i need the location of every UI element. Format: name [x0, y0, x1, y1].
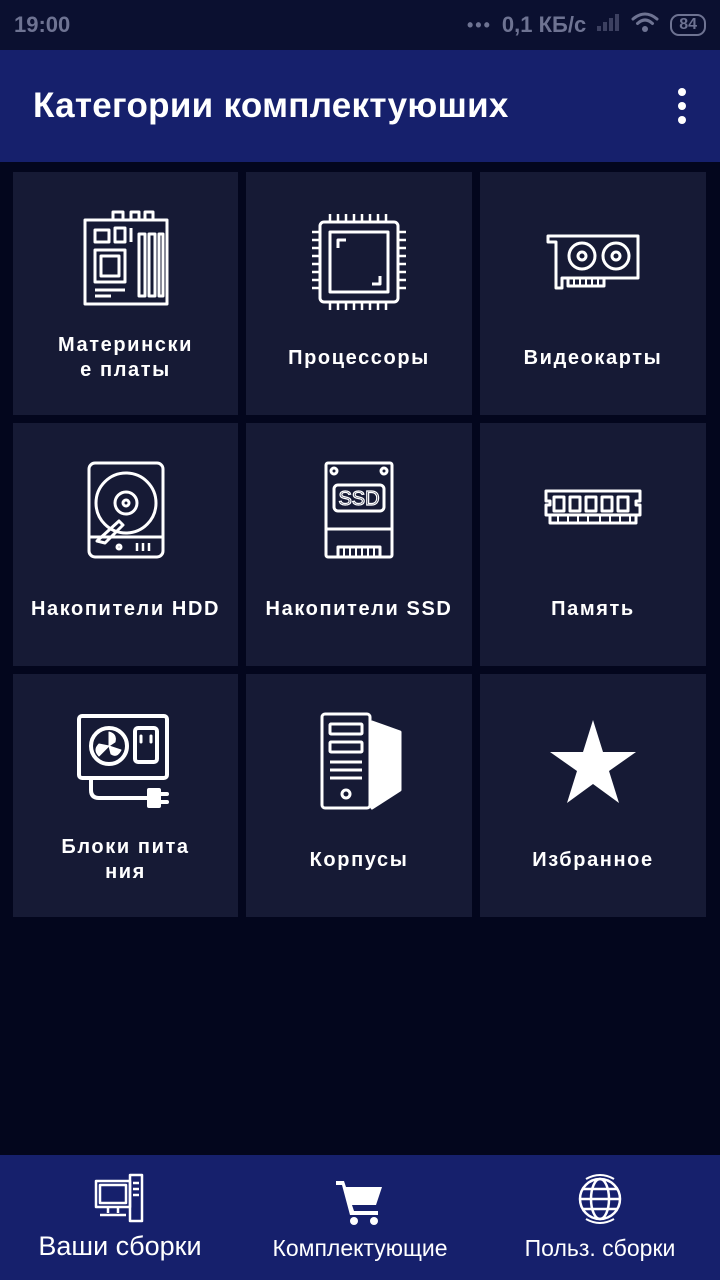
- nav-your-builds[interactable]: Ваши сборки: [0, 1155, 240, 1280]
- more-vert-icon-dot: [678, 116, 686, 124]
- nav-label: Комплектующие: [272, 1235, 448, 1261]
- status-indicators: ••• 0,1 КБ/с 84: [467, 11, 706, 39]
- svg-text:SSD: SSD: [338, 488, 379, 510]
- globe-icon: [572, 1171, 628, 1227]
- category-label: Процессоры: [288, 346, 430, 369]
- page-title: Категории комплектуюших: [33, 86, 509, 125]
- category-grid: Материнские платы Процессоры Видеокарты …: [13, 172, 706, 917]
- category-label: Блоки питания: [61, 836, 190, 883]
- signal-icon: [596, 12, 620, 38]
- star-icon: [538, 710, 648, 820]
- notification-dots-icon: •••: [467, 14, 492, 35]
- nav-label: Польз. сборки: [524, 1235, 676, 1261]
- gpu-icon: [538, 208, 648, 318]
- more-vert-icon-dot: [678, 102, 686, 110]
- nav-label: Ваши сборки: [38, 1231, 202, 1261]
- category-label: Видеокарты: [523, 346, 663, 369]
- category-tile-processors[interactable]: Процессоры: [246, 172, 472, 415]
- computer-icon: [92, 1171, 148, 1227]
- category-tile-favorites[interactable]: Избранное: [480, 674, 706, 917]
- ssd-icon: SSD: [304, 459, 414, 569]
- more-vert-icon-dot: [678, 88, 686, 96]
- category-label: Материнские платы: [58, 334, 193, 381]
- category-label: Избранное: [532, 848, 654, 871]
- ram-icon: [538, 459, 648, 569]
- cart-icon: [332, 1171, 388, 1227]
- category-label: Память: [551, 597, 635, 620]
- app-bar: Категории комплектуюших: [0, 50, 720, 162]
- category-tile-videocards[interactable]: Видеокарты: [480, 172, 706, 415]
- category-tile-motherboards[interactable]: Материнские платы: [13, 172, 238, 415]
- bottom-navigation: Ваши сборки Комплектующие Польз. сборки: [0, 1155, 720, 1280]
- motherboard-icon: [71, 208, 181, 318]
- category-tile-ssd[interactable]: SSD Накопители SSD: [246, 423, 472, 666]
- status-time: 19:00: [14, 12, 71, 37]
- category-tile-memory[interactable]: Память: [480, 423, 706, 666]
- psu-icon: [71, 710, 181, 820]
- cpu-icon: [304, 208, 414, 318]
- category-tile-psu[interactable]: Блоки питания: [13, 674, 238, 917]
- wifi-icon: [630, 11, 660, 39]
- overflow-menu-button[interactable]: [670, 82, 694, 130]
- battery-indicator: 84: [670, 14, 706, 36]
- nav-user-builds[interactable]: Польз. сборки: [480, 1155, 720, 1280]
- category-tile-hdd[interactable]: Накопители HDD: [13, 423, 238, 666]
- category-tile-cases[interactable]: Корпусы: [246, 674, 472, 917]
- network-speed: 0,1 КБ/с: [501, 12, 587, 37]
- category-label: Корпусы: [309, 848, 409, 871]
- status-bar: 19:00 ••• 0,1 КБ/с 84: [0, 0, 720, 50]
- category-label: Накопители HDD: [30, 597, 221, 620]
- nav-components[interactable]: Комплектующие: [240, 1155, 480, 1280]
- category-label: Накопители SSD: [265, 597, 453, 620]
- pc-case-icon: [304, 710, 414, 820]
- hdd-icon: [71, 459, 181, 569]
